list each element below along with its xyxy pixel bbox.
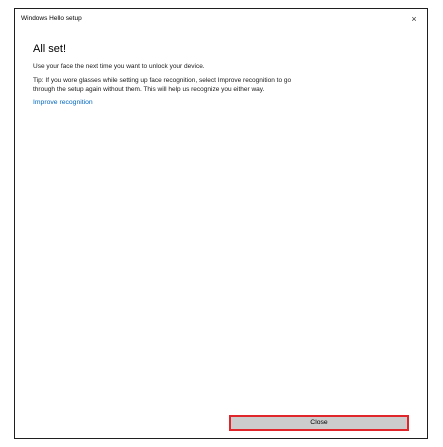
page-title: All set! [33, 43, 67, 55]
close-button[interactable]: Close [229, 415, 409, 431]
close-icon[interactable]: × [407, 12, 421, 26]
content-area: All set! Use your face the next time you… [33, 43, 411, 107]
improve-recognition-link[interactable]: Improve recognition [33, 98, 411, 107]
windows-hello-setup-window: Windows Hello setup × All set! Use your … [14, 8, 428, 439]
title-bar: Windows Hello setup × [15, 9, 427, 31]
tip-text: Tip: If you wore glasses while setting u… [33, 76, 411, 94]
instruction-text: Use your face the next time you want to … [33, 63, 205, 70]
window-title: Windows Hello setup [21, 15, 82, 22]
tip-line-2: through the setup again without them. Th… [33, 86, 265, 93]
tip-line-1: Tip: If you wore glasses while setting u… [33, 77, 292, 84]
